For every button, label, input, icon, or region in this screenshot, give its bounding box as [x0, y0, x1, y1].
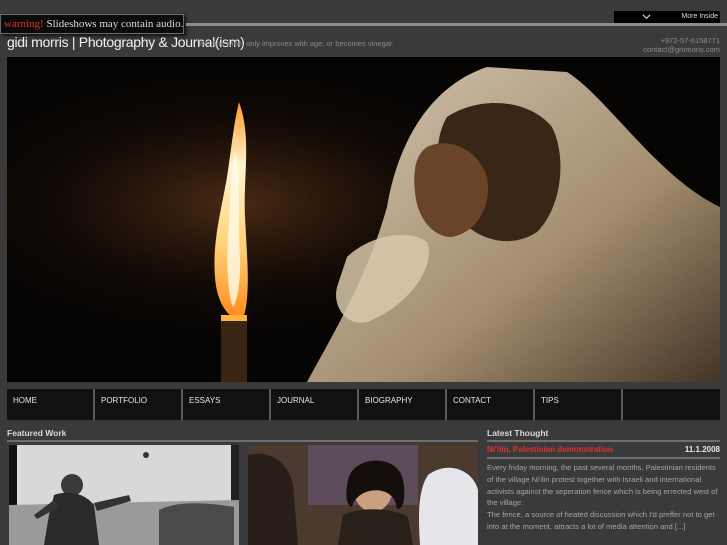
hero-photo-image	[7, 57, 720, 382]
nav-essays[interactable]: ESSAYS	[183, 389, 271, 420]
featured-photo-2	[248, 445, 478, 545]
nav-contact[interactable]: CONTACT	[447, 389, 535, 420]
post-paragraph-1: Every friday morning, the past several m…	[487, 463, 718, 508]
more-inside-button[interactable]: More Inside	[614, 11, 720, 23]
email-address[interactable]: contact@gmmoris.com	[643, 45, 720, 54]
more-inside-label: More Inside	[681, 13, 718, 20]
post-excerpt: Every friday morning, the past several m…	[487, 462, 719, 533]
header-rule	[186, 23, 727, 26]
phone-number: +972-57-6158771	[660, 36, 720, 45]
post-header: Ni'ilin, Palestinian demonstration 11.1.…	[487, 444, 720, 459]
nav-journal[interactable]: JOURNAL	[271, 389, 359, 420]
latest-thought-heading: Latest Thought	[487, 428, 549, 438]
audio-warning-banner: warning! Slideshows may contain audio...	[0, 14, 184, 34]
chevron-down-icon	[642, 14, 651, 20]
post-paragraph-2: The fence, a source of heated discussion…	[487, 510, 715, 531]
nav-portfolio[interactable]: PORTFOLIO	[95, 389, 183, 420]
featured-photo-1	[9, 445, 239, 545]
main-nav: HOME PORTFOLIO ESSAYS JOURNAL BIOGRAPHY …	[7, 389, 720, 420]
contact-info: +972-57-6158771 contact@gmmoris.com	[643, 36, 720, 54]
nav-biography[interactable]: BIOGRAPHY	[359, 389, 447, 420]
warning-label: warning!	[4, 18, 44, 30]
nav-home[interactable]: HOME	[7, 389, 95, 420]
featured-thumbnail-1[interactable]	[9, 445, 239, 545]
post-date: 11.1.2008	[684, 445, 720, 454]
featured-divider	[7, 440, 478, 442]
featured-work-heading: Featured Work	[7, 428, 67, 438]
hero-photo[interactable]	[7, 57, 720, 382]
post-title-link[interactable]: Ni'ilin, Palestinian demonstration	[487, 445, 613, 454]
latest-divider	[487, 440, 720, 442]
featured-thumbnail-2[interactable]	[248, 445, 478, 545]
warning-text: Slideshows may contain audio...	[43, 18, 184, 30]
nav-tips[interactable]: TIPS	[535, 389, 623, 420]
tagline: like fine wine, only improves with age, …	[199, 39, 395, 48]
